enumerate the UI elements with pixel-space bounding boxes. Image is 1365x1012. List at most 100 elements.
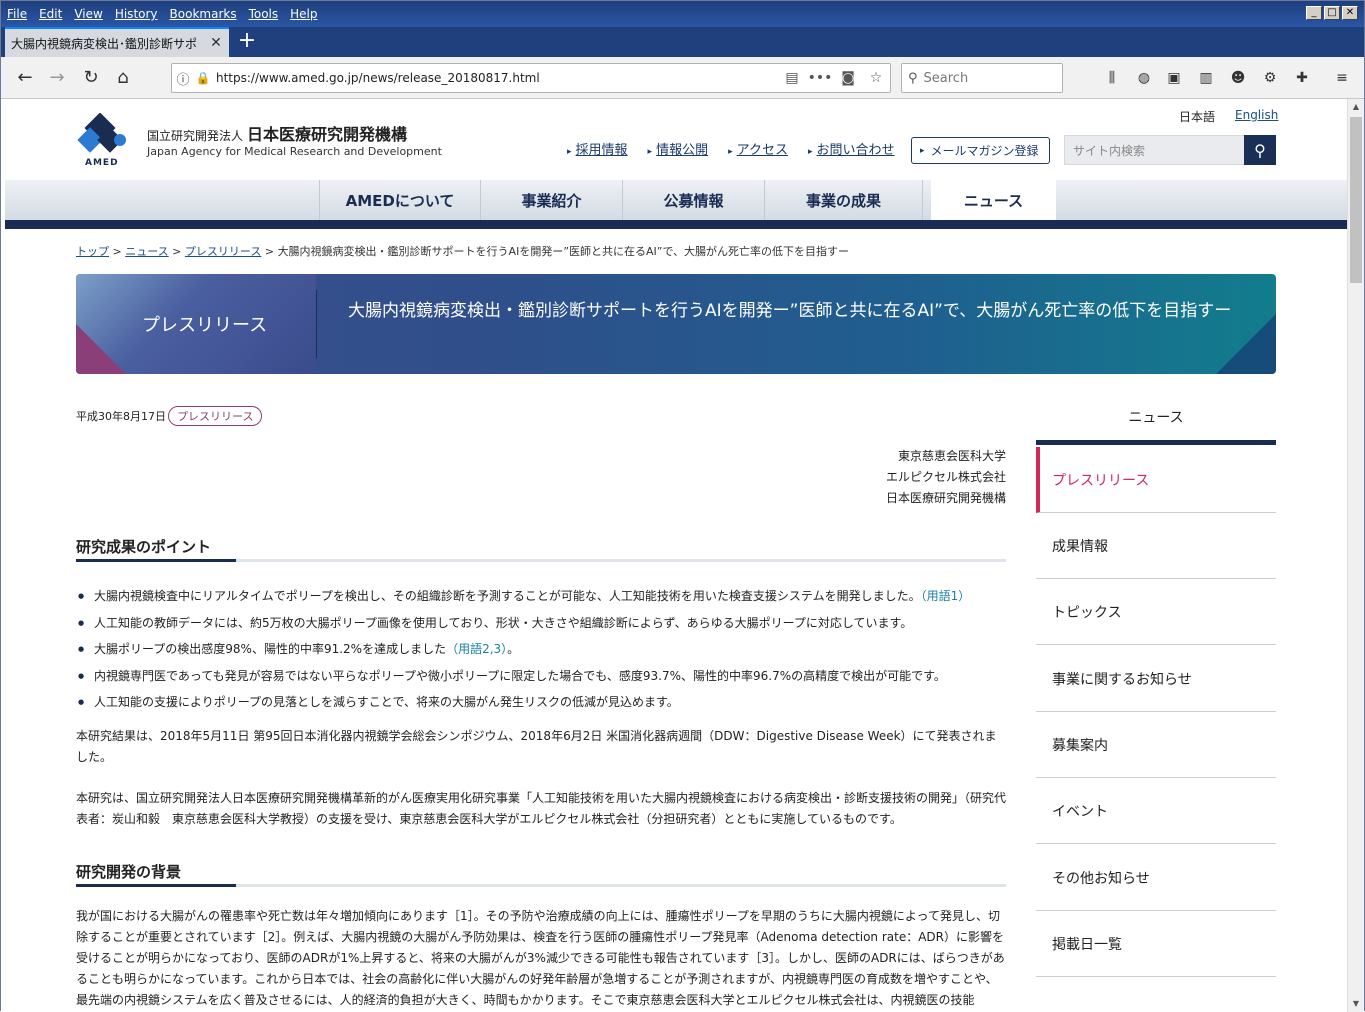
new-tab-icon[interactable]: +: [233, 27, 261, 57]
logo-sub: AMED: [85, 158, 119, 168]
extension-monkey-icon[interactable]: ☻: [1227, 67, 1249, 89]
scroll-thumb[interactable]: [1350, 117, 1362, 283]
back-icon[interactable]: ←: [13, 66, 37, 90]
list-item: 人工知能の支援によりポリープの見落としを減らすことで、将来の大腸がん発生リスクの…: [76, 689, 1006, 716]
crumb-top[interactable]: トップ: [76, 245, 109, 258]
sidebar-item-events[interactable]: イベント: [1036, 778, 1276, 844]
pocket-icon[interactable]: ◙: [834, 70, 862, 86]
article-meta: 平成30年8月17日 プレスリリース: [76, 406, 263, 426]
extension-globe-icon[interactable]: ◍: [1133, 67, 1155, 89]
lang-english[interactable]: English: [1235, 108, 1278, 122]
menu-help[interactable]: Help: [284, 7, 323, 21]
link-recruit[interactable]: 採用情報: [567, 139, 628, 158]
tab-close-icon[interactable]: ✕: [209, 35, 223, 51]
org-list: 東京慈恵会医科大学 エルピクセル株式会社 日本医療研究開発機構: [761, 446, 1006, 509]
addons-puzzle-icon[interactable]: ✚: [1291, 67, 1313, 89]
bookmark-star-icon[interactable]: ☆: [862, 70, 890, 86]
org-item: 日本医療研究開発機構: [885, 491, 1006, 505]
crumb-release[interactable]: プレスリリース: [185, 245, 261, 258]
home-icon[interactable]: ⌂: [111, 66, 135, 90]
library-icon[interactable]: ⫼: [1101, 67, 1123, 89]
menu-tools[interactable]: Tools: [243, 7, 285, 21]
sidebar-item-other[interactable]: その他お知らせ: [1036, 845, 1276, 911]
site-search-button[interactable]: ⚲: [1244, 135, 1276, 165]
tab-title: 大腸内視鏡病変検出･鑑別診断サポ: [11, 36, 198, 51]
site-search-input[interactable]: サイト内検索: [1064, 135, 1244, 165]
term-link[interactable]: （用語1）: [921, 589, 971, 603]
window-controls: _ □ ✕: [1306, 6, 1358, 20]
link-access[interactable]: アクセス: [728, 139, 788, 158]
banner-decoration: [1216, 314, 1276, 374]
list-item: 内視鏡専門医であっても発見が容易ではない平らなポリープや微小ポリープに限定した場…: [76, 663, 1006, 690]
sidebar-item-recruitment[interactable]: 募集案内: [1036, 712, 1276, 778]
global-nav: AMEDについて 事業紹介 公募情報 事業の成果 ニュース: [5, 180, 1347, 229]
vertical-scrollbar[interactable]: ▲ ▼: [1347, 99, 1364, 1012]
sidebar-icon[interactable]: ▥: [1195, 67, 1217, 89]
list-item: 大腸ポリープの検出感度98%、陽性的中率91.2%を達成しました（用語2,3）。: [76, 636, 1006, 663]
sidebar-item-topics[interactable]: トピックス: [1036, 579, 1276, 645]
hamburger-menu-icon[interactable]: ≡: [1331, 67, 1353, 89]
gnav-results[interactable]: 事業の成果: [765, 180, 923, 220]
page-banner: プレスリリース 大腸内視鏡病変検出・鑑別診断サポートを行うAIを開発ー”医師と共…: [76, 274, 1276, 374]
maximize-icon[interactable]: □: [1324, 6, 1340, 20]
menu-bookmarks[interactable]: Bookmarks: [164, 7, 243, 21]
url-bar[interactable]: ⓘ 🔒 https://www.amed.go.jp/news/release_…: [171, 63, 891, 93]
org-name-main: 日本医療研究開発機構: [247, 125, 408, 144]
point-tail: 。: [507, 642, 520, 656]
tab-active[interactable]: 大腸内視鏡病変検出･鑑別診断サポ ✕: [5, 27, 229, 57]
heading-background: 研究開発の背景: [76, 861, 1006, 887]
info-icon[interactable]: ⓘ: [172, 69, 194, 88]
close-icon[interactable]: ✕: [1342, 6, 1358, 20]
gnav-news[interactable]: ニュース: [931, 180, 1056, 229]
header-links: 採用情報 情報公開 アクセス お問い合わせ: [567, 139, 895, 158]
lang-japanese[interactable]: 日本語: [1179, 108, 1215, 125]
scroll-up-icon[interactable]: ▲: [1348, 99, 1364, 115]
crumb-current: 大腸内視鏡病変検出・鑑別診断サポートを行うAIを開発ー”医師と共に在るAI”で、…: [277, 245, 850, 258]
extension-gears-icon[interactable]: ⚙: [1259, 67, 1281, 89]
tab-bar: 大腸内視鏡病変検出･鑑別診断サポ ✕ +: [1, 27, 1364, 57]
search-icon: ⚲: [1254, 140, 1266, 160]
link-contact[interactable]: お問い合わせ: [808, 139, 895, 158]
banner-divider: [316, 290, 317, 358]
page-actions-icon[interactable]: •••: [806, 70, 834, 86]
menu-history[interactable]: History: [109, 7, 164, 21]
org-item: 東京慈恵会医科大学: [897, 449, 1006, 463]
menu-file[interactable]: File: [1, 7, 33, 21]
article-date: 平成30年8月17日: [76, 410, 166, 423]
menu-view[interactable]: View: [68, 7, 108, 21]
page-title: 大腸内視鏡病変検出・鑑別診断サポートを行うAIを開発ー”医師と共に在るAI”で、…: [348, 301, 1232, 321]
mail-magazine-button[interactable]: メールマガジン登録: [911, 137, 1050, 164]
reload-icon[interactable]: ↻: [79, 66, 103, 90]
sidebar-item-notices[interactable]: 事業に関するお知らせ: [1036, 646, 1276, 712]
gnav-projects[interactable]: 事業紹介: [481, 180, 623, 220]
extension-clip-icon[interactable]: ▣: [1163, 67, 1185, 89]
paragraph-background: 我が国における大腸がんの罹患率や死亡数は年々増加傾向にあります［1］。その予防や…: [76, 909, 1005, 1007]
gnav-about[interactable]: AMEDについて: [319, 180, 481, 220]
nav-toolbar: ← → ↻ ⌂ ⓘ 🔒 https://www.amed.go.jp/news/…: [1, 57, 1364, 99]
list-item: 大腸内視鏡検査中にリアルタイムでポリープを検出し、その組織診断を予測することが可…: [76, 583, 1006, 610]
sidebar-item-results[interactable]: 成果情報: [1036, 513, 1276, 579]
point-text: 内視鏡専門医であっても発見が容易ではない平らなポリープや微小ポリープに限定した場…: [94, 668, 946, 683]
forward-icon[interactable]: →: [45, 66, 69, 90]
menu-bar: File Edit View History Bookmarks Tools H…: [1, 1, 1364, 27]
paragraph-presentation: 本研究結果は、2018年5月11日 第95回日本消化器内視鏡学会総会シンポジウム…: [76, 729, 997, 764]
crumb-news[interactable]: ニュース: [125, 245, 168, 258]
category-badge[interactable]: プレスリリース: [168, 406, 263, 426]
term-link[interactable]: （用語2,3）: [446, 642, 507, 656]
org-name-en: Japan Agency for Medical Research and De…: [147, 145, 442, 158]
banner-label: プレスリリース: [142, 315, 268, 336]
menu-edit[interactable]: Edit: [33, 7, 68, 21]
scroll-down-icon[interactable]: ▼: [1348, 996, 1364, 1012]
browser-window: File Edit View History Bookmarks Tools H…: [0, 0, 1365, 1012]
sidebar-item-archive[interactable]: 掲載日一覧: [1036, 911, 1276, 977]
minimize-icon[interactable]: _: [1306, 6, 1322, 20]
browser-search[interactable]: ⚲ Search: [901, 63, 1063, 93]
site-search: サイト内検索 ⚲: [1064, 135, 1276, 165]
gnav-funding[interactable]: 公募情報: [623, 180, 765, 220]
lock-icon[interactable]: 🔒: [194, 71, 212, 85]
url-text[interactable]: https://www.amed.go.jp/news/release_2018…: [212, 71, 778, 85]
sidebar-item-press-release[interactable]: プレスリリース: [1036, 447, 1276, 513]
link-disclosure[interactable]: 情報公開: [648, 139, 708, 158]
point-text: 人工知能の支援によりポリープの見落としを減らすことで、将来の大腸がん発生リスクの…: [94, 695, 679, 709]
reader-view-icon[interactable]: ▤: [778, 70, 806, 86]
